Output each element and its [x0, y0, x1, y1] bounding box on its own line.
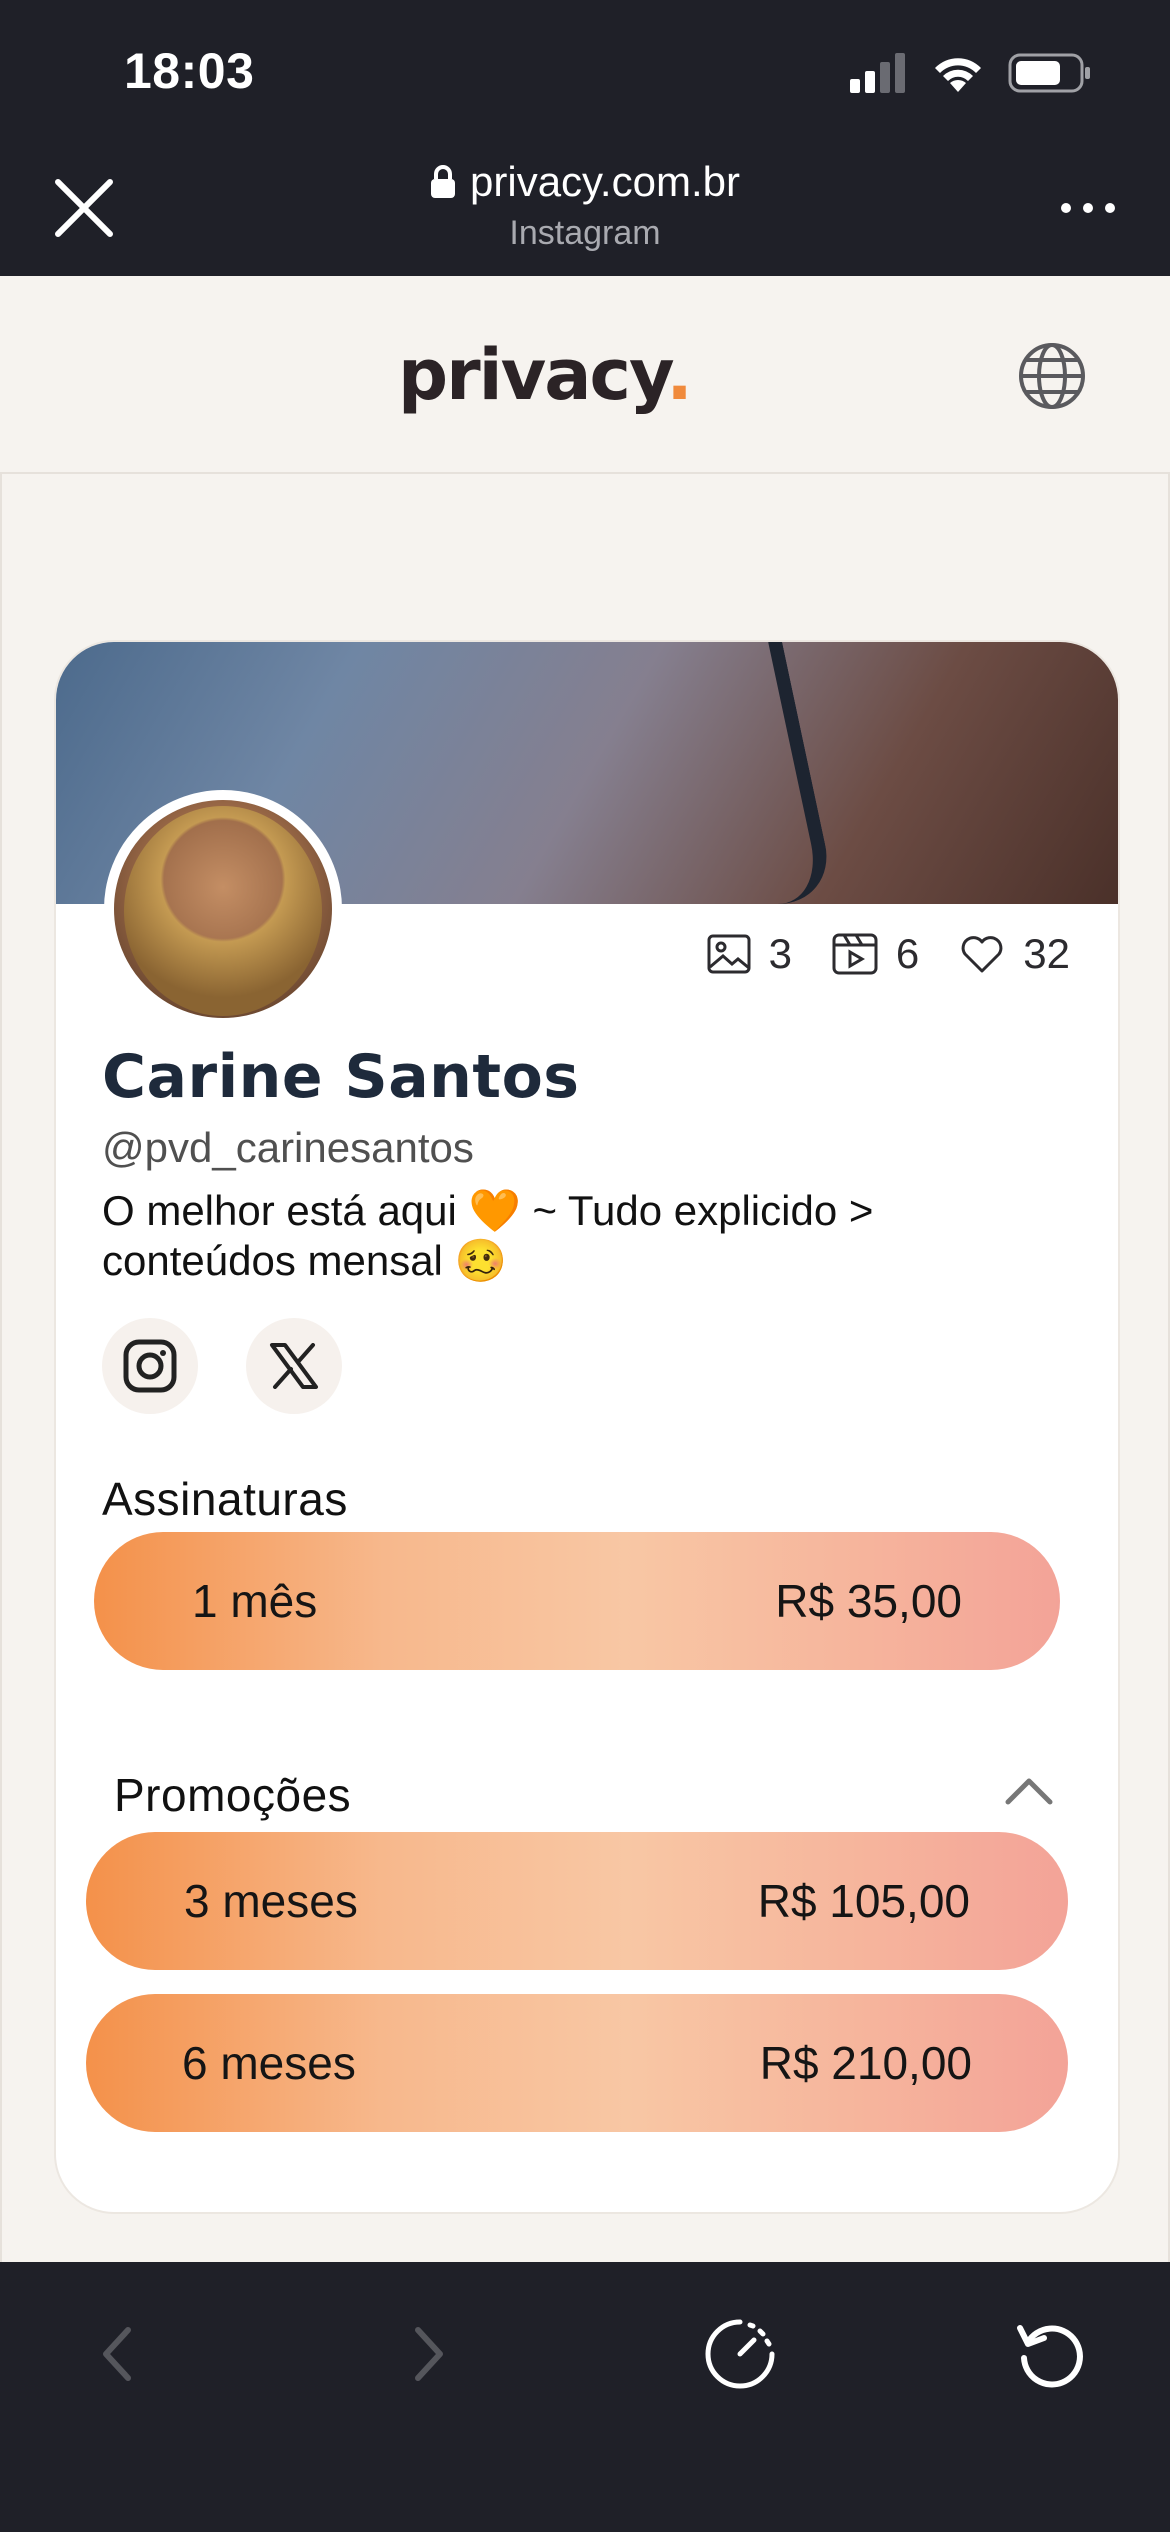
heart-icon — [961, 936, 1003, 973]
banner-decoration — [708, 642, 838, 904]
plan-label: 3 meses — [184, 1875, 358, 1927]
chevron-right-icon — [415, 2327, 443, 2381]
chevron-left-icon — [103, 2327, 131, 2381]
browser-toolbar — [0, 2262, 1170, 2532]
chevron-up-icon[interactable] — [1004, 1776, 1054, 1806]
x-logo-icon — [270, 1343, 318, 1389]
forward-button[interactable] — [390, 2314, 470, 2394]
image-icon — [707, 934, 751, 974]
reload-icon — [1017, 2325, 1083, 2388]
more-options-icon[interactable] — [1060, 200, 1116, 216]
web-page: privacy. 3 6 32 Carine Santos @pvd_carin… — [0, 276, 1170, 2276]
plan-label: 1 mês — [192, 1575, 318, 1627]
instagram-icon — [123, 1339, 177, 1393]
instagram-button[interactable] — [102, 1318, 198, 1414]
lock-icon — [431, 165, 456, 198]
globe-icon[interactable] — [1016, 340, 1088, 412]
url-text: privacy.com.br — [470, 158, 740, 205]
stat-likes: 32 — [959, 930, 1070, 978]
x-twitter-button[interactable] — [246, 1318, 342, 1414]
promotions-title: Promoções — [114, 1769, 352, 1821]
plan-1-month[interactable]: 1 mês R$ 35,00 — [94, 1532, 1060, 1670]
stat-videos: 6 — [832, 930, 919, 978]
site-header: privacy. — [0, 276, 1170, 474]
battery-icon — [1008, 53, 1090, 93]
profile-name: Carine Santos — [102, 1042, 580, 1112]
stat-likes-count: 32 — [1023, 930, 1070, 977]
video-icon — [832, 933, 878, 975]
plan-3-months[interactable]: 3 meses R$ 105,00 — [86, 1832, 1068, 1970]
profile-handle: @pvd_carinesantos — [102, 1124, 474, 1171]
plan-price: R$ 210,00 — [759, 2037, 972, 2089]
status-bar: 18:03 — [0, 0, 1170, 140]
stat-videos-count: 6 — [895, 930, 920, 977]
profile-card: 3 6 32 Carine Santos @pvd_carinesantos O… — [54, 640, 1120, 2214]
speedometer-icon — [705, 2319, 775, 2389]
profile-stats: 3 6 32 — [685, 930, 1070, 978]
cellular-signal-icon — [850, 53, 905, 93]
reload-button[interactable] — [1010, 2314, 1090, 2394]
bio-line-2: conteúdos mensal 🥴 — [102, 1237, 507, 1284]
back-button[interactable] — [76, 2314, 156, 2394]
url-display[interactable]: privacy.com.br Instagram — [0, 158, 1170, 253]
profile-bio: O melhor está aqui 🧡 ~ Tudo explicido > … — [102, 1186, 1082, 1286]
logo-dot: . — [666, 334, 693, 416]
status-time: 18:03 — [124, 43, 255, 99]
url-subtitle: Instagram — [509, 214, 661, 252]
privacy-logo[interactable]: privacy. — [398, 334, 693, 416]
plan-price: R$ 105,00 — [757, 1875, 970, 1927]
speed-button[interactable] — [700, 2314, 780, 2394]
stat-images: 3 — [707, 930, 792, 978]
logo-text: privacy — [398, 334, 668, 416]
avatar-decoration — [124, 806, 322, 1016]
stat-images-count: 3 — [768, 930, 792, 977]
social-links — [102, 1318, 342, 1414]
subscriptions-title: Assinaturas — [102, 1473, 348, 1525]
plan-6-months[interactable]: 6 meses R$ 210,00 — [86, 1994, 1068, 2132]
plan-label: 6 meses — [182, 2037, 356, 2089]
bio-line-1: O melhor está aqui 🧡 ~ Tudo explicido > — [102, 1187, 874, 1234]
browser-bar: privacy.com.br Instagram — [0, 140, 1170, 276]
wifi-icon — [935, 58, 981, 92]
content-area: 3 6 32 Carine Santos @pvd_carinesantos O… — [0, 474, 1170, 2276]
avatar[interactable] — [104, 790, 342, 1028]
status-icons — [850, 52, 1092, 94]
plan-price: R$ 35,00 — [775, 1575, 962, 1627]
